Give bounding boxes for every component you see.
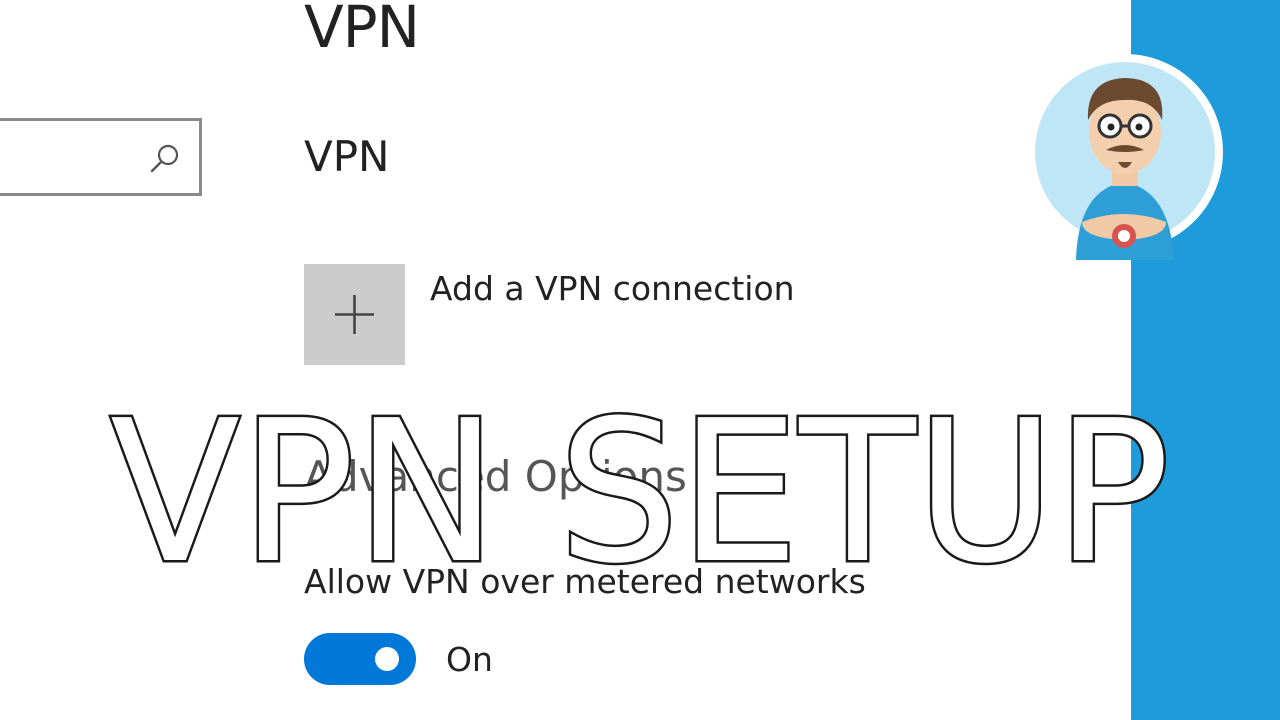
advanced-options-title: Advanced Options (304, 452, 687, 501)
vpn-section-title: VPN (304, 132, 390, 181)
metered-networks-label: Allow VPN over metered networks (304, 562, 866, 601)
search-input[interactable] (0, 118, 202, 196)
search-icon[interactable] (149, 143, 181, 175)
metered-networks-toggle[interactable] (304, 633, 416, 685)
plus-icon (335, 295, 374, 334)
page-title: VPN (304, 0, 420, 61)
add-vpn-connection-button[interactable] (304, 264, 405, 365)
toggle-knob (375, 647, 399, 671)
add-vpn-connection-label[interactable]: Add a VPN connection (430, 272, 795, 305)
avatar-badge (1027, 54, 1223, 260)
toggle-state-label: On (446, 640, 493, 679)
settings-window: VPN VPN Add a VPN connection Advanced Op… (0, 0, 1280, 720)
